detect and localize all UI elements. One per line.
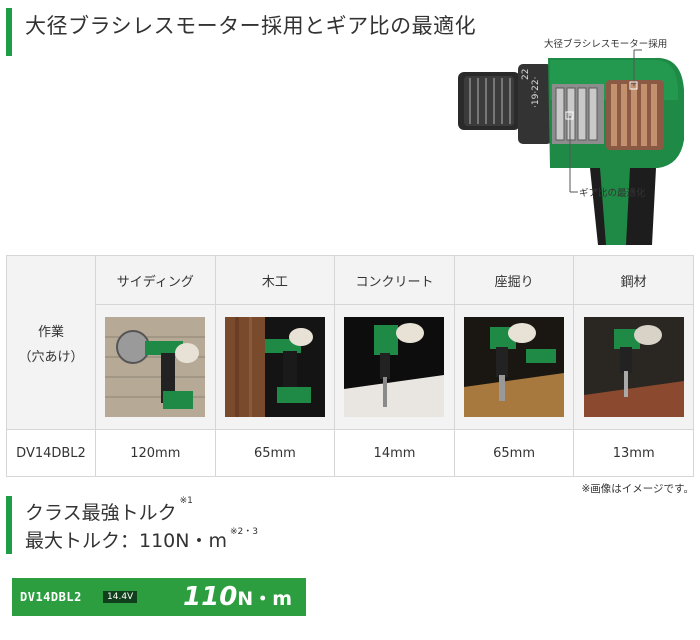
- row-label-line2: （穴あけ）: [18, 349, 84, 365]
- wood-drilling-photo: [214, 304, 336, 430]
- max-torque-text: 最大トルク：110N・m: [25, 530, 227, 552]
- column-header-concrete: コンクリート: [334, 255, 455, 305]
- section-title: 大径ブラシレスモーター採用とギア比の最適化: [25, 14, 477, 38]
- svg-text:·19·22·: ·19·22·: [531, 77, 541, 109]
- motor-callout-label: 大径ブラシレスモーター採用: [544, 39, 668, 50]
- counterbore-drilling-photo: [453, 304, 575, 430]
- drill-cutaway-illustration: 22 ·19·22· 大径ブラシレスモーター採用 ギア比の最適化: [430, 30, 700, 245]
- torque-heading-text: クラス最強トルク: [25, 502, 177, 524]
- torque-spec-bar: DV14DBL2 14.4V 110N・m: [12, 578, 306, 616]
- column-header-counterbore: 座掘り: [453, 255, 575, 305]
- steel-capacity-value: 13mm: [573, 429, 694, 477]
- siding-drilling-photo: [95, 304, 216, 430]
- column-header-steel: 鋼材: [573, 255, 694, 305]
- svg-text:22: 22: [521, 69, 531, 80]
- torque-value: 110N・m: [183, 582, 292, 612]
- torque-unit: N・m: [237, 588, 292, 610]
- max-torque-heading: 最大トルク：110N・m ※2・3: [25, 526, 258, 553]
- gear-callout-label: ギア比の最適化: [579, 188, 646, 199]
- row-label-line1: 作業: [37, 324, 64, 340]
- wood-capacity-value: 65mm: [214, 429, 336, 477]
- drilling-capacity-table: 作業 （穴あけ） サイディング 木工 コンクリート 座掘り 鋼材 DV14DBL…: [6, 255, 694, 477]
- footnote-marker-1: ※1: [179, 496, 193, 506]
- siding-capacity-value: 120mm: [95, 429, 216, 477]
- column-header-siding: サイディング: [95, 255, 216, 305]
- voltage-badge: 14.4V: [103, 591, 138, 603]
- section2-accent-bar: [6, 496, 12, 554]
- spec-model-name: DV14DBL2: [20, 590, 82, 604]
- footnote-marker-2-3: ※2・3: [230, 527, 258, 537]
- concrete-drilling-photo: [334, 304, 455, 430]
- counterbore-capacity-value: 65mm: [453, 429, 575, 477]
- torque-number: 110: [183, 582, 238, 612]
- concrete-capacity-value: 14mm: [334, 429, 455, 477]
- row-label-work: 作業 （穴あけ）: [6, 255, 96, 430]
- column-header-wood: 木工: [214, 255, 336, 305]
- section-accent-bar: [6, 8, 12, 56]
- model-name-cell: DV14DBL2: [6, 429, 96, 477]
- steel-drilling-photo: [573, 304, 694, 430]
- image-note: ※画像はイメージです。: [581, 483, 694, 495]
- class-strongest-torque-heading: クラス最強トルク※1: [25, 496, 193, 525]
